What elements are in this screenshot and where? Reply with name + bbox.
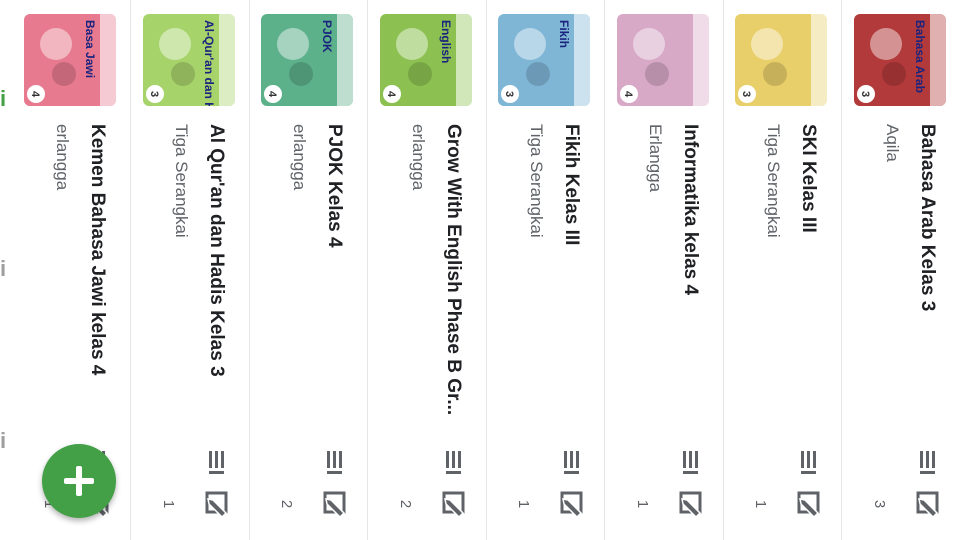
cover-title-text: Basa Jawi — [84, 20, 98, 78]
book-author: Erlangga — [646, 124, 665, 193]
edit-icon[interactable] — [438, 490, 466, 519]
item-count: 2 — [397, 499, 414, 509]
list-view-icon-glyph — [683, 451, 698, 474]
edit-icon-glyph — [561, 491, 583, 519]
list-view-icon-glyph — [327, 451, 343, 474]
cover-title-text: Bahasa Arab — [913, 20, 927, 93]
edit-icon-glyph — [205, 491, 228, 519]
cover-grade-badge: 4 — [30, 91, 42, 98]
book-author: Tiga Serangkai — [764, 124, 784, 238]
edit-icon[interactable] — [320, 490, 348, 519]
list-view-icon-glyph — [564, 451, 580, 474]
list-view-icon[interactable] — [794, 448, 822, 476]
book-title: Bahasa Arab Kelas 3 — [917, 124, 938, 312]
list-view-icon[interactable] — [557, 448, 585, 476]
book-title: SKI Kelas III — [798, 124, 820, 233]
item-count: 2 — [278, 499, 296, 509]
cover-art: Basa Jawi 4 — [24, 14, 117, 106]
item-count: 1 — [752, 499, 770, 509]
cover-art: Al-Qur'an dan Hadis 3 — [143, 14, 235, 106]
cover-title-text: English — [439, 20, 453, 63]
cover-art: English 4 — [380, 14, 472, 106]
book-title: Grow With English Phase B Gr... — [443, 124, 464, 416]
book-cover-image: Basa Jawi 4 — [24, 14, 117, 106]
cover-title-text: PJOK — [321, 20, 335, 53]
list-view-icon[interactable] — [201, 448, 229, 476]
list-view-icon-glyph — [801, 451, 817, 474]
book-cover-image: 3 — [735, 14, 828, 106]
edit-icon[interactable] — [557, 490, 585, 519]
plus-icon — [64, 466, 94, 496]
edit-icon-glyph — [916, 491, 939, 519]
list-view-icon-glyph — [446, 451, 461, 474]
book-row[interactable]: Fikih 3 Fikih Kelas III Tiga Serangkai 1 — [486, 0, 605, 540]
book-list-screen: Bahasa Arab 3 Bahasa Arab Kelas 3 Aqila 3… — [22, 0, 960, 540]
cover-art: 3 — [735, 14, 828, 106]
add-book-button[interactable] — [42, 444, 116, 518]
book-author: Tiga Serangkai — [527, 124, 547, 238]
book-row[interactable]: Bahasa Arab 3 Bahasa Arab Kelas 3 Aqila 3 — [841, 0, 960, 540]
cover-art: 4 — [617, 14, 709, 106]
book-title: Al Qur'an dan Hadis Kelas 3 — [206, 124, 227, 377]
edit-icon-glyph — [679, 491, 702, 519]
edit-icon-glyph — [798, 491, 820, 519]
cover-grade-badge: 4 — [267, 91, 279, 98]
book-author: Aqila — [883, 124, 902, 162]
book-row[interactable]: 3 SKI Kelas III Tiga Serangkai 1 — [723, 0, 842, 540]
list-view-icon[interactable] — [675, 448, 703, 476]
book-author: erlangga — [409, 124, 428, 191]
cover-grade-badge: 3 — [504, 91, 516, 97]
book-list: Bahasa Arab 3 Bahasa Arab Kelas 3 Aqila 3… — [22, 0, 960, 540]
book-row[interactable]: PJOK 4 PJOK Kelas 4 erlangga 2 — [249, 0, 368, 540]
edit-icon[interactable] — [201, 490, 229, 519]
cover-title-text: Fikih — [558, 20, 572, 48]
cover-art: PJOK 4 — [261, 14, 354, 106]
list-view-icon[interactable] — [438, 448, 466, 476]
book-cover-image: PJOK 4 — [261, 14, 354, 106]
list-view-icon[interactable] — [912, 448, 940, 476]
left-edge-glyph: i — [0, 86, 7, 111]
edit-icon[interactable] — [675, 490, 703, 519]
book-cover-image: 4 — [617, 14, 709, 106]
cover-grade-badge: 4 — [622, 91, 634, 98]
book-row[interactable]: 4 Informatika kelas 4 Erlangga 1 — [604, 0, 723, 540]
list-view-icon-glyph — [920, 451, 935, 474]
item-count: 1 — [634, 499, 651, 509]
book-cover-image: Al-Qur'an dan Hadis 3 — [143, 14, 235, 106]
cover-art: Fikih 3 — [498, 14, 591, 106]
book-title: Kemen Bahasa Jawi kelas 4 — [87, 124, 109, 376]
book-author: Tiga Serangkai — [172, 124, 191, 238]
cover-title-text: Al-Qur'an dan Hadis — [202, 20, 216, 106]
left-edge-strip: i i i — [0, 0, 23, 540]
book-author: erlangga — [290, 124, 310, 191]
cover-grade-badge: 3 — [741, 91, 753, 97]
cover-grade-badge: 4 — [385, 91, 397, 98]
book-cover-image: English 4 — [380, 14, 472, 106]
book-cover-image: Fikih 3 — [498, 14, 591, 106]
list-view-icon-glyph — [209, 451, 224, 474]
left-edge-glyph: i — [0, 256, 7, 281]
book-title: PJOK Kelas 4 — [324, 124, 346, 248]
cover-art: Bahasa Arab 3 — [854, 14, 946, 106]
item-count: 3 — [871, 499, 888, 509]
book-row[interactable]: English 4 Grow With English Phase B Gr...… — [367, 0, 486, 540]
book-cover-image: Bahasa Arab 3 — [854, 14, 946, 106]
book-title: Fikih Kelas III — [561, 124, 583, 246]
edit-icon-glyph — [324, 491, 346, 519]
edit-icon-glyph — [442, 491, 465, 519]
left-edge-glyph: i — [0, 428, 7, 453]
cover-grade-badge: 3 — [859, 91, 871, 97]
item-count: 1 — [160, 499, 177, 509]
book-author: erlangga — [53, 124, 73, 191]
book-title: Informatika kelas 4 — [680, 124, 701, 296]
edit-icon[interactable] — [912, 490, 940, 519]
book-row[interactable]: Al-Qur'an dan Hadis 3 Al Qur'an dan Hadis… — [130, 0, 249, 540]
rotated-viewport: Bahasa Arab 3 Bahasa Arab Kelas 3 Aqila 3… — [22, 0, 960, 540]
list-view-icon[interactable] — [320, 448, 348, 476]
edit-icon[interactable] — [794, 490, 822, 519]
item-count: 1 — [515, 499, 533, 509]
cover-grade-badge: 3 — [148, 91, 160, 97]
